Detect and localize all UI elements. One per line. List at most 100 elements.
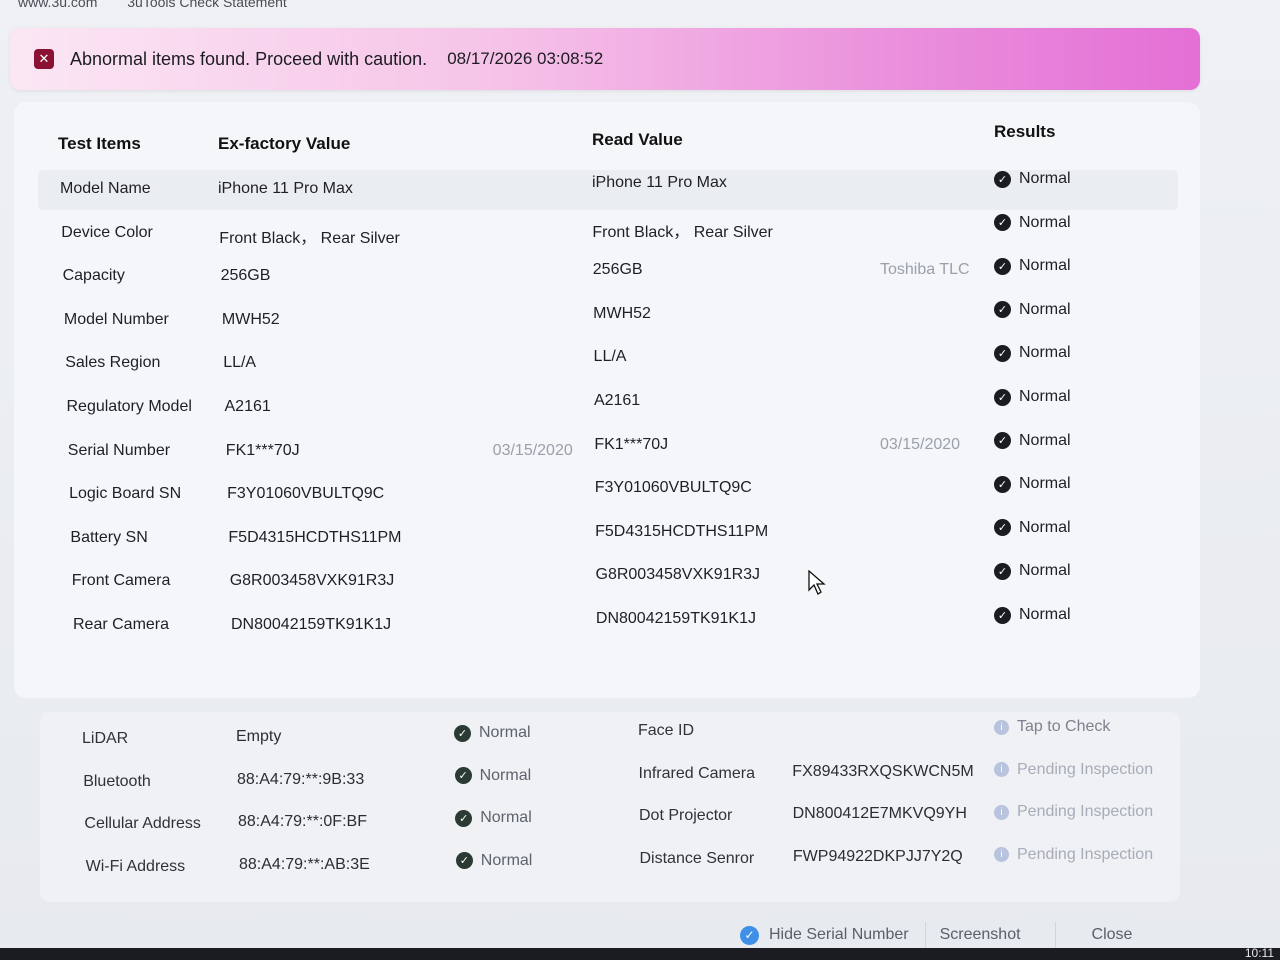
check-circle-icon: ✓ xyxy=(994,519,1011,537)
row-factory-value: MWH52 xyxy=(221,310,280,328)
check-circle-icon: ✓ xyxy=(454,767,472,784)
check-circle-icon: ✓ xyxy=(994,475,1011,493)
result-text: Normal xyxy=(1019,344,1071,362)
result-text: Normal xyxy=(1019,562,1071,580)
row-result: ✓ Normal xyxy=(994,214,1071,232)
hide-serial-checkbox[interactable]: ✓ xyxy=(740,925,759,945)
row-item-label: Front Camera xyxy=(71,572,171,590)
extra-item-value: DN800412E7MKVQ9YH xyxy=(792,805,967,822)
screenshot-button[interactable]: Screenshot xyxy=(924,922,1035,948)
row-factory-value: F5D4315HCDTHS11PM xyxy=(228,528,402,546)
row-read-value: 256GB xyxy=(592,261,643,279)
check-circle-icon: ✓ xyxy=(994,606,1011,624)
extra-item-value: FWP94922DKPJJ7Y2Q xyxy=(792,847,963,865)
footer-actions: ✓ Hide Serial Number Screenshot Close xyxy=(740,920,1146,950)
pending-status: i Pending Inspection xyxy=(994,761,1153,779)
check-circle-icon: ✓ xyxy=(994,301,1011,319)
table-row: Battery SN F5D4315HCDTHS11PM F5D4315HCDTHS… xyxy=(38,519,1178,559)
info-icon: i xyxy=(994,847,1009,862)
result-text: Normal xyxy=(1019,300,1071,318)
row-item-label: Rear Camera xyxy=(73,616,170,633)
row-result: ✓ Normal xyxy=(994,475,1071,493)
row-factory-value: F3Y01060VBULTQ9C xyxy=(227,485,385,503)
result-text: Normal xyxy=(1019,257,1071,275)
result-text: Normal xyxy=(1019,518,1071,536)
banner-timestamp: 08/17/2026 03:08:52 xyxy=(447,49,604,68)
warning-banner: ✕ Abnormal items found. Proceed with cau… xyxy=(10,28,1200,90)
check-circle-icon: ✓ xyxy=(994,257,1011,275)
row-result: ✓ Normal xyxy=(994,170,1071,188)
row-item-label: Battery SN xyxy=(70,528,148,546)
check-circle-icon: ✓ xyxy=(994,214,1011,232)
result-text: Pending Inspection xyxy=(1017,845,1154,863)
check-circle-icon: ✓ xyxy=(454,724,471,742)
row-read-value: F3Y01060VBULTQ9C xyxy=(594,479,752,497)
row-result: ✓ Normal xyxy=(994,562,1071,580)
check-table: Test Items Ex-factory Value Read Value R… xyxy=(14,102,1200,698)
result-text: Normal xyxy=(1019,170,1071,187)
banner-message: Abnormal items found. Proceed with cauti… xyxy=(70,48,428,69)
table-row: Rear Camera DN80042159TK91K1J DN80042159TK… xyxy=(38,606,1178,646)
extra-item-result: ✓ Normal xyxy=(455,851,533,870)
check-circle-icon: ✓ xyxy=(994,344,1011,362)
row-item-label: Capacity xyxy=(62,267,125,285)
extra-item-value: 88:A4:79:**:9B:33 xyxy=(237,770,365,788)
table-row: Front Camera G8R003458VXK91R3J G8R003458VX… xyxy=(38,562,1178,602)
result-text: Normal xyxy=(1019,388,1071,405)
extra-item-label: Face ID xyxy=(638,722,695,739)
row-factory-value: LL/A xyxy=(223,354,257,372)
check-circle-icon: ✓ xyxy=(994,432,1011,450)
row-result: ✓ Normal xyxy=(994,257,1071,275)
hide-serial-label[interactable]: Hide Serial Number xyxy=(769,926,909,944)
table-row: Sales Region LL/A LL/A ✓ Normal xyxy=(38,344,1178,384)
row-read-value: G8R003458VXK91R3J xyxy=(595,566,761,584)
result-text: Pending Inspection xyxy=(1017,803,1154,820)
row-item-label: Sales Region xyxy=(65,354,161,372)
table-row: Model Number MWH52 MWH52 ✓ Normal xyxy=(38,301,1178,341)
result-text: Normal xyxy=(480,851,533,869)
row-result: ✓ Normal xyxy=(994,432,1071,450)
row-result: ✓ Normal xyxy=(994,344,1071,362)
row-item-label: Model Name xyxy=(60,180,151,197)
result-text: Normal xyxy=(479,724,531,741)
row-read-note: 03/15/2020 xyxy=(880,435,961,453)
error-icon: ✕ xyxy=(34,49,54,69)
row-factory-note: 03/15/2020 xyxy=(492,441,573,459)
taskbar-clock: 10:11 xyxy=(1244,946,1274,960)
row-item-label: Serial Number xyxy=(67,441,171,459)
header-ex-factory: Ex-factory Value xyxy=(218,134,351,153)
pending-status: i Pending Inspection xyxy=(994,846,1153,864)
row-factory-value: iPhone 11 Pro Max xyxy=(218,180,353,197)
extra-item-value: FX89433RXQSKWCN5M xyxy=(792,762,974,780)
extra-item-result: ✓ Normal xyxy=(454,724,531,742)
result-text: Normal xyxy=(1019,606,1071,623)
table-row: Logic Board SN F3Y01060VBULTQ9C F3Y01060VB… xyxy=(38,475,1178,515)
extra-item-value: Empty xyxy=(236,728,282,745)
check-circle-icon: ✓ xyxy=(994,562,1011,580)
result-text: Normal xyxy=(479,766,532,784)
extra-item-label: Infrared Camera xyxy=(638,764,756,782)
check-circle-icon: ✓ xyxy=(994,388,1011,406)
row-factory-value: A2161 xyxy=(224,398,271,415)
row-result: ✓ Normal xyxy=(994,301,1071,319)
title-bar: www.3u.com 3uTools Check Statement xyxy=(18,0,313,14)
extra-item-label: LiDAR xyxy=(82,730,129,747)
extra-item-value: 88:A4:79:**:0F:BF xyxy=(238,813,367,830)
row-result: ✓ Normal xyxy=(994,519,1071,537)
table-row: Model Name iPhone 11 Pro Max iPhone 11 Pro… xyxy=(38,170,1178,210)
row-read-value: Front Black， Rear Silver xyxy=(592,223,773,241)
row-item-label: Regulatory Model xyxy=(66,398,192,415)
table-row: Device Color Front Black， Rear Silver Fron… xyxy=(38,214,1178,254)
extra-checks: LiDAR Empty ✓ Normal Bluetooth 88:A4:79:**:9B… xyxy=(40,712,1180,902)
result-text: Normal xyxy=(480,809,532,826)
row-read-value: FK1***70J xyxy=(594,435,669,453)
tap-to-check-link[interactable]: i Tap to Check xyxy=(994,718,1110,736)
extra-item-result: ✓ Normal xyxy=(455,809,532,827)
row-item-label: Logic Board SN xyxy=(69,485,182,503)
close-button[interactable]: Close xyxy=(1054,922,1147,948)
result-text: Tap to Check xyxy=(1017,718,1111,735)
row-read-value: MWH52 xyxy=(593,304,651,322)
site-url: www.3u.com xyxy=(18,0,98,10)
row-read-note: Toshiba TLC xyxy=(880,261,970,279)
row-item-label: Device Color xyxy=(61,223,153,241)
